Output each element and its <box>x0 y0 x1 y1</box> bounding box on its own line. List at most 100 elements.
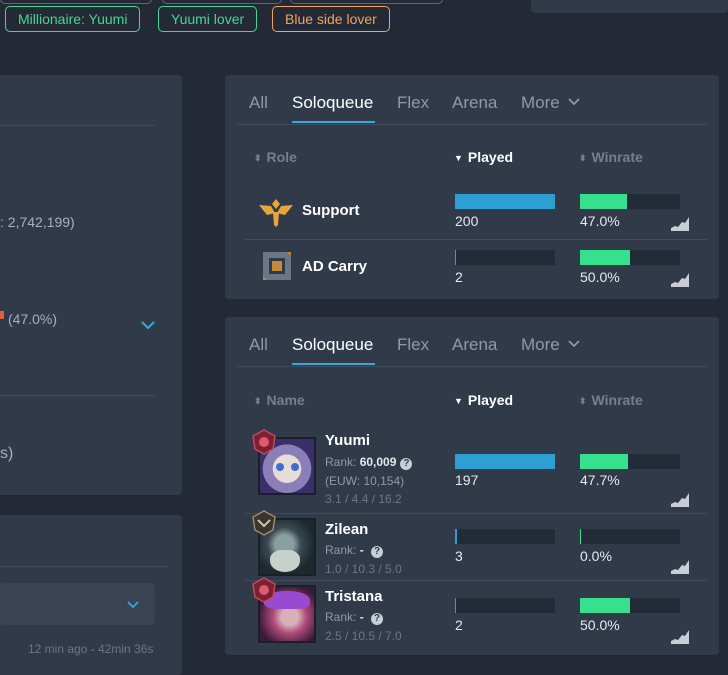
winrate-text: (47.0%) <box>8 311 58 327</box>
table-row[interactable]: Support 200 47.0% <box>237 183 707 240</box>
champion-kda: 3.1 / 4.4 / 16.2 <box>325 492 402 506</box>
winrate-bar-fill <box>580 454 628 469</box>
column-header-winrate[interactable]: ⬍ Winrate <box>579 392 643 408</box>
winrate-bar-fill <box>580 194 627 209</box>
winrate-value: 47.0% <box>580 213 620 229</box>
column-header-played-label: Played <box>467 392 514 408</box>
left-stats-panel: : 2,742,199) (47.0%) s) <box>0 75 182 495</box>
sort-icon: ⬍ <box>579 153 587 163</box>
help-icon[interactable]: ? <box>371 546 384 558</box>
column-header-played-label: Played <box>467 149 514 165</box>
help-icon[interactable]: ? <box>371 613 384 625</box>
column-header-role-label: Role <box>266 149 297 165</box>
rank-value: - <box>359 610 364 624</box>
champion-rank: Rank: 60,009? <box>325 455 413 470</box>
tag-yuumi-lover[interactable]: Yuumi lover <box>158 6 258 32</box>
winrate-bar <box>580 598 680 613</box>
rank-label: Rank: <box>325 455 357 469</box>
tag-millionaire-yuumi[interactable]: Millionaire: Yuumi <box>5 6 141 32</box>
column-header-winrate-label: Winrate <box>591 149 643 165</box>
sort-icon: ⬍ <box>254 396 262 406</box>
tab-flex[interactable]: Flex <box>397 93 429 113</box>
trend-chart-icon[interactable] <box>671 493 689 507</box>
champion-region-rank: (EUW: 10,154) <box>325 474 405 488</box>
winrate-bar <box>580 529 680 544</box>
played-bar-fill <box>455 454 555 469</box>
left-bottom-panel: 12 min ago - 42min 36s <box>0 515 182 675</box>
rank-crest-icon <box>252 429 276 455</box>
champion-name: Yuumi <box>325 432 371 449</box>
played-count: 2 <box>455 269 463 285</box>
chevron-down-icon <box>568 98 581 106</box>
champion-name: Zilean <box>325 521 369 538</box>
column-header-winrate[interactable]: ⬍ Winrate <box>579 149 643 165</box>
played-bar <box>455 598 555 613</box>
trend-chart-icon[interactable] <box>671 217 689 231</box>
column-header-played[interactable]: ▼ Played <box>454 392 513 408</box>
trend-chart-icon[interactable] <box>671 560 689 574</box>
sort-desc-icon: ▼ <box>454 396 463 406</box>
played-count: 197 <box>455 472 479 488</box>
rank-crest-icon <box>252 577 276 603</box>
points-total-text: : 2,742,199) <box>0 214 75 230</box>
played-bar <box>455 529 555 544</box>
tab-more[interactable]: More <box>521 335 581 355</box>
champion-rank: Rank: - ? <box>325 610 384 625</box>
played-count: 200 <box>455 213 479 229</box>
tab-more[interactable]: More <box>521 93 581 113</box>
chevron-down-icon <box>568 340 581 348</box>
chevron-down-icon[interactable] <box>141 320 155 330</box>
adc-role-icon <box>263 252 291 280</box>
sort-desc-icon: ▼ <box>454 153 463 163</box>
winrate-value: 50.0% <box>580 269 620 285</box>
help-icon[interactable]: ? <box>400 458 413 470</box>
sort-icon: ⬍ <box>254 153 262 163</box>
select-chevron-down-icon[interactable] <box>127 601 139 609</box>
flag-icon <box>0 311 4 319</box>
tab-all[interactable]: All <box>249 335 268 355</box>
played-bar-fill <box>455 194 555 209</box>
trend-chart-icon[interactable] <box>671 273 689 287</box>
champion-kda: 1.0 / 10.3 / 5.0 <box>325 562 402 576</box>
table-row[interactable]: Yuumi Rank: 60,009? (EUW: 10,154) 3.1 / … <box>237 425 707 513</box>
played-count: 2 <box>455 617 463 633</box>
partial-text: s) <box>0 445 14 462</box>
tag-blue-side-lover[interactable]: Blue side lover <box>272 6 390 32</box>
yuumi-eye-left <box>276 463 284 471</box>
winrate-value: 0.0% <box>580 548 612 564</box>
winrate-bar-fill <box>580 250 630 265</box>
tab-soloqueue[interactable]: Soloqueue <box>292 335 373 355</box>
tab-soloqueue[interactable]: Soloqueue <box>292 93 373 113</box>
played-bar-fill <box>455 529 457 544</box>
rank-label: Rank: <box>325 610 357 624</box>
left-bottom-divider <box>0 566 168 567</box>
played-count: 3 <box>455 548 463 564</box>
winrate-bar <box>580 454 680 469</box>
tab-all[interactable]: All <box>249 93 268 113</box>
winrate-bar-fill <box>580 598 630 613</box>
top-partial-box-3 <box>290 0 443 4</box>
top-partial-box-1 <box>0 0 152 4</box>
column-header-role[interactable]: ⬍ Role <box>254 149 297 165</box>
rank-crest-icon <box>252 510 276 536</box>
winrate-value: 50.0% <box>580 617 620 633</box>
tab-active-underline <box>292 121 375 123</box>
table-row[interactable]: Zilean Rank: - ? 1.0 / 10.3 / 5.0 3 0.0% <box>237 510 707 580</box>
champion-kda: 2.5 / 10.5 / 7.0 <box>325 629 402 643</box>
played-bar-fill <box>455 598 456 613</box>
table-row[interactable]: AD Carry 2 50.0% <box>237 240 707 297</box>
trend-chart-icon[interactable] <box>671 630 689 644</box>
column-header-played[interactable]: ▼ Played <box>454 149 513 165</box>
played-bar-fill <box>455 250 456 265</box>
champion-rank: Rank: - ? <box>325 543 384 558</box>
column-header-name[interactable]: ⬍ Name <box>254 392 305 408</box>
tab-arena[interactable]: Arena <box>452 335 497 355</box>
roles-panel: All Soloqueue Flex Arena More ⬍ Role ▼ Pla… <box>225 75 719 299</box>
tabs-divider <box>237 124 707 125</box>
zilean-beard <box>270 550 300 572</box>
rank-value: - <box>359 543 364 557</box>
tab-flex[interactable]: Flex <box>397 335 429 355</box>
table-row[interactable]: Tristana Rank: - ? 2.5 / 10.5 / 7.0 2 50… <box>237 577 707 651</box>
tab-arena[interactable]: Arena <box>452 93 497 113</box>
left-divider-2 <box>0 395 155 396</box>
